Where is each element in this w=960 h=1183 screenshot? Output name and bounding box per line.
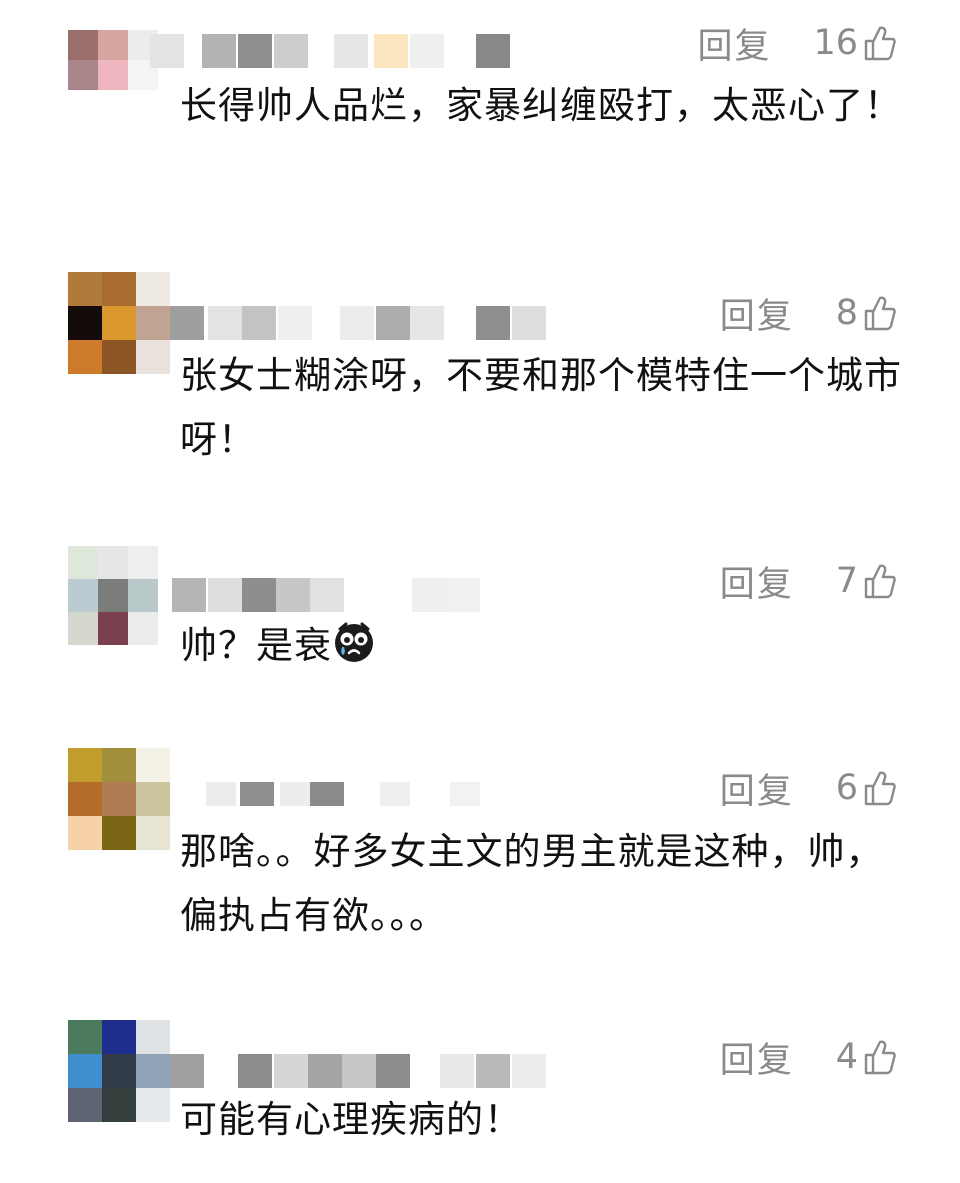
thumbs-up-outline-icon[interactable] [864,770,896,806]
avatar[interactable] [68,30,158,118]
thumbs-up-outline-icon[interactable] [864,1039,896,1075]
like-count: 4 [835,1037,858,1077]
like-count: 8 [835,293,858,333]
reply-button[interactable]: 回复 [720,556,794,607]
comment-text-content: 帅？是衰 [180,624,332,667]
comment-text: 帅？是衰 [180,614,910,678]
avatar[interactable] [68,546,158,646]
like-count: 6 [835,768,858,808]
reply-button[interactable]: 回复 [697,18,771,69]
reply-button[interactable]: 回复 [720,288,794,339]
comment-text: 可能有心理疾病的！ [180,1098,522,1141]
comment-actions: 回复 7 [720,556,896,606]
thumbs-up-outline-icon[interactable] [864,295,896,331]
comment-actions: 回复 16 [697,18,896,68]
thumbs-up-outline-icon[interactable] [864,563,896,599]
thumbs-up-outline-icon[interactable] [864,25,896,61]
comment-text: 那啥。。好多女主文的男主就是这种，帅，偏执占有欲。。。 [180,830,884,937]
crying-emoji-icon [335,622,373,662]
comment-actions: 回复 6 [720,763,896,813]
reply-button[interactable]: 回复 [720,763,794,814]
like-count: 16 [813,23,858,63]
comment-actions: 回复 8 [720,288,896,338]
comment-text: 长得帅人品烂，家暴纠缠殴打，太恶心了！ [180,84,902,127]
like-count: 7 [835,561,858,601]
reply-button[interactable]: 回复 [720,1032,794,1083]
comment-text: 张女士糊涂呀，不要和那个模特住一个城市呀！ [180,354,902,461]
comment-actions: 回复 4 [720,1032,896,1082]
